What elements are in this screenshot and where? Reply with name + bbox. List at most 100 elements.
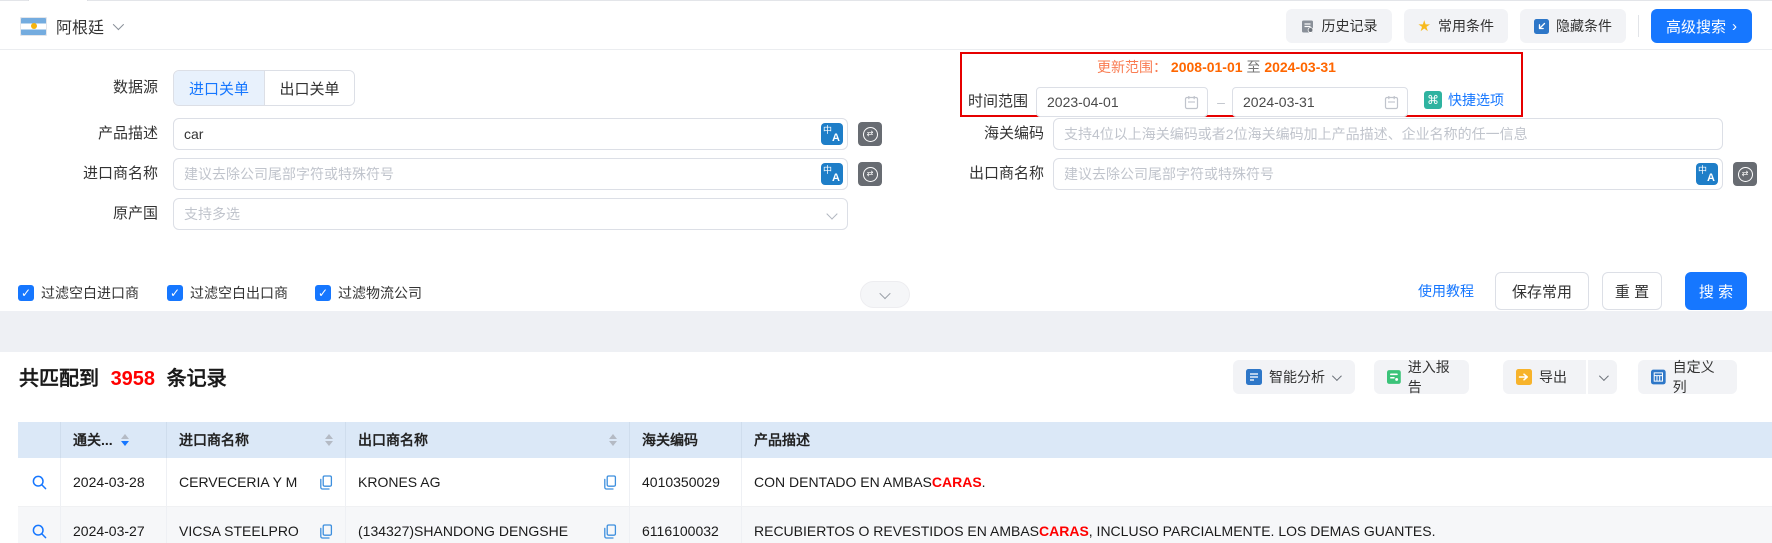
header-importer[interactable]: 进口商名称 [167, 422, 346, 458]
cell-product-desc: CON DENTADO EN AMBAS CARAS. [754, 474, 986, 490]
sort-icon[interactable] [609, 434, 617, 446]
collapse-form-button[interactable] [860, 281, 910, 308]
history-icon [1301, 20, 1313, 33]
calendar-icon [1184, 95, 1199, 109]
cell-importer: VICSA STEELPRO [167, 507, 346, 543]
end-date-value: 2024-03-31 [1243, 94, 1315, 110]
product-desc-field: 中 A [173, 118, 848, 150]
synonym-toggle-icon[interactable]: ⇄ [1733, 162, 1757, 186]
report-icon [1387, 370, 1401, 384]
origin-country-input[interactable] [173, 198, 848, 230]
update-range-line: 更新范围： 2008-01-01 至 2024-03-31 [962, 57, 1521, 77]
importer-input[interactable] [173, 158, 848, 190]
copy-icon[interactable] [603, 474, 617, 490]
tab-import-declarations[interactable]: 进口关单 [174, 71, 264, 105]
translate-icon[interactable]: 中 A [821, 123, 843, 145]
hide-conditions-button[interactable]: 隐藏条件 [1519, 9, 1626, 43]
magnifier-icon[interactable] [31, 523, 48, 540]
summary-prefix: 共匹配到 [19, 368, 99, 390]
update-range-to-word: 至 [1246, 59, 1261, 75]
magnifier-icon[interactable] [31, 474, 48, 491]
history-button[interactable]: 历史记录 [1285, 9, 1392, 43]
cell-exporter: (134327)SHANDONG DENGSHE [346, 507, 630, 543]
calendar-icon [1384, 95, 1399, 109]
table-header-row: 通关... 进口商名称 出口商名称 海关编码 产品描述 [18, 422, 1772, 458]
country-name: 阿根廷 [56, 20, 105, 37]
translate-icon[interactable]: 中 A [821, 163, 843, 185]
highlight-term: CARAS [1039, 523, 1089, 539]
copy-icon[interactable] [603, 523, 617, 539]
product-desc-label: 产品描述 [97, 125, 158, 142]
exporter-field: 中 A [1053, 158, 1723, 190]
quick-options-link[interactable]: ⌘ 快捷选项 [1424, 90, 1504, 110]
summary-suffix: 条记录 [166, 368, 227, 390]
filter-blank-importer-checkbox[interactable]: ✓ 过滤空白进口商 [18, 283, 139, 303]
results-count: 3958 [110, 368, 156, 390]
star-icon: ★ [1417, 17, 1431, 35]
datasource-tabs: 进口关单 出口关单 [173, 70, 355, 106]
enter-report-button[interactable]: 进入报告 [1374, 359, 1469, 395]
checkbox-checked-icon: ✓ [18, 285, 34, 301]
end-date-input[interactable]: 2024-03-31 [1232, 87, 1408, 117]
origin-country-select[interactable] [173, 198, 848, 230]
start-date-input[interactable]: 2023-04-01 [1036, 87, 1208, 117]
header-product-desc: 产品描述 [754, 432, 810, 448]
filter-blank-exporter-checkbox[interactable]: ✓ 过滤空白出口商 [167, 283, 288, 303]
hscode-label: 海关编码 [983, 125, 1044, 142]
columns-icon [1651, 369, 1666, 385]
tutorial-link[interactable]: 使用教程 [1418, 272, 1474, 310]
exporter-label: 出口商名称 [968, 165, 1044, 182]
filter-logistics-checkbox[interactable]: ✓ 过滤物流公司 [315, 283, 422, 303]
topbar-actions: 历史记录 ★ 常用条件 隐藏条件 高级搜索 › [1285, 9, 1752, 43]
hscode-input[interactable] [1053, 118, 1723, 150]
command-icon: ⌘ [1424, 91, 1442, 109]
favorites-label: 常用条件 [1437, 18, 1494, 34]
country-selector[interactable]: 阿根廷 [20, 10, 125, 42]
copy-icon[interactable] [319, 474, 333, 490]
cell-date: 2024-03-27 [61, 507, 167, 543]
advanced-search-button[interactable]: 高级搜索 › [1650, 9, 1752, 43]
smart-analysis-label: 智能分析 [1269, 369, 1325, 385]
topbar: 阿根廷 历史记录 ★ 常用条件 隐藏条件 高级搜索 › [0, 1, 1772, 50]
results-summary: 共匹配到 3958 条记录 [19, 362, 227, 391]
export-button[interactable]: 导出 [1503, 360, 1586, 394]
synonym-toggle-icon[interactable]: ⇄ [858, 122, 882, 146]
highlight-term: CARAS [931, 474, 982, 490]
chevron-down-icon [1598, 370, 1609, 381]
export-dropdown-button[interactable] [1587, 360, 1617, 394]
translate-icon[interactable]: 中 A [1696, 163, 1718, 185]
favorites-button[interactable]: ★ 常用条件 [1403, 9, 1508, 43]
copy-icon[interactable] [319, 523, 333, 539]
export-label: 导出 [1539, 369, 1567, 385]
save-conditions-button[interactable]: 保存常用 [1495, 272, 1589, 310]
header-exporter[interactable]: 出口商名称 [346, 422, 630, 458]
topbar-divider [1637, 15, 1639, 37]
datasource-label: 数据源 [112, 79, 158, 96]
time-range-label: 时间范围 [968, 93, 1029, 110]
update-range-label: 更新范围： [1097, 59, 1168, 75]
synonym-toggle-icon[interactable]: ⇄ [858, 162, 882, 186]
tab-export-declarations[interactable]: 出口关单 [264, 71, 354, 105]
cell-hscode: 6116100032 [630, 507, 742, 543]
sort-icon[interactable] [325, 434, 333, 446]
row-detail-cell [18, 507, 61, 543]
cell-hscode: 4010350029 [630, 458, 742, 506]
quick-options-label: 快捷选项 [1448, 92, 1504, 108]
collapse-icon [1533, 18, 1549, 34]
product-desc-input[interactable] [173, 118, 848, 150]
customize-columns-label: 自定义列 [1672, 359, 1715, 395]
checkbox-checked-icon: ✓ [167, 285, 183, 301]
smart-analysis-button[interactable]: 智能分析 [1233, 360, 1355, 394]
customize-columns-button[interactable]: 自定义列 [1638, 359, 1737, 395]
header-clearance-date[interactable]: 通关... [61, 422, 167, 458]
reset-button[interactable]: 重 置 [1602, 272, 1662, 310]
update-range-to: 2024-03-31 [1264, 59, 1336, 75]
origin-country-label: 原产国 [112, 205, 158, 222]
time-range-highlight-box: 更新范围： 2008-01-01 至 2024-03-31 时间范围 2023-… [960, 52, 1523, 117]
exporter-input[interactable] [1053, 158, 1723, 190]
analysis-icon [1246, 369, 1262, 385]
cell-date: 2024-03-28 [61, 458, 167, 506]
search-button[interactable]: 搜 索 [1685, 272, 1747, 310]
sort-icon[interactable] [120, 434, 129, 446]
date-range-dash: – [1217, 94, 1225, 110]
